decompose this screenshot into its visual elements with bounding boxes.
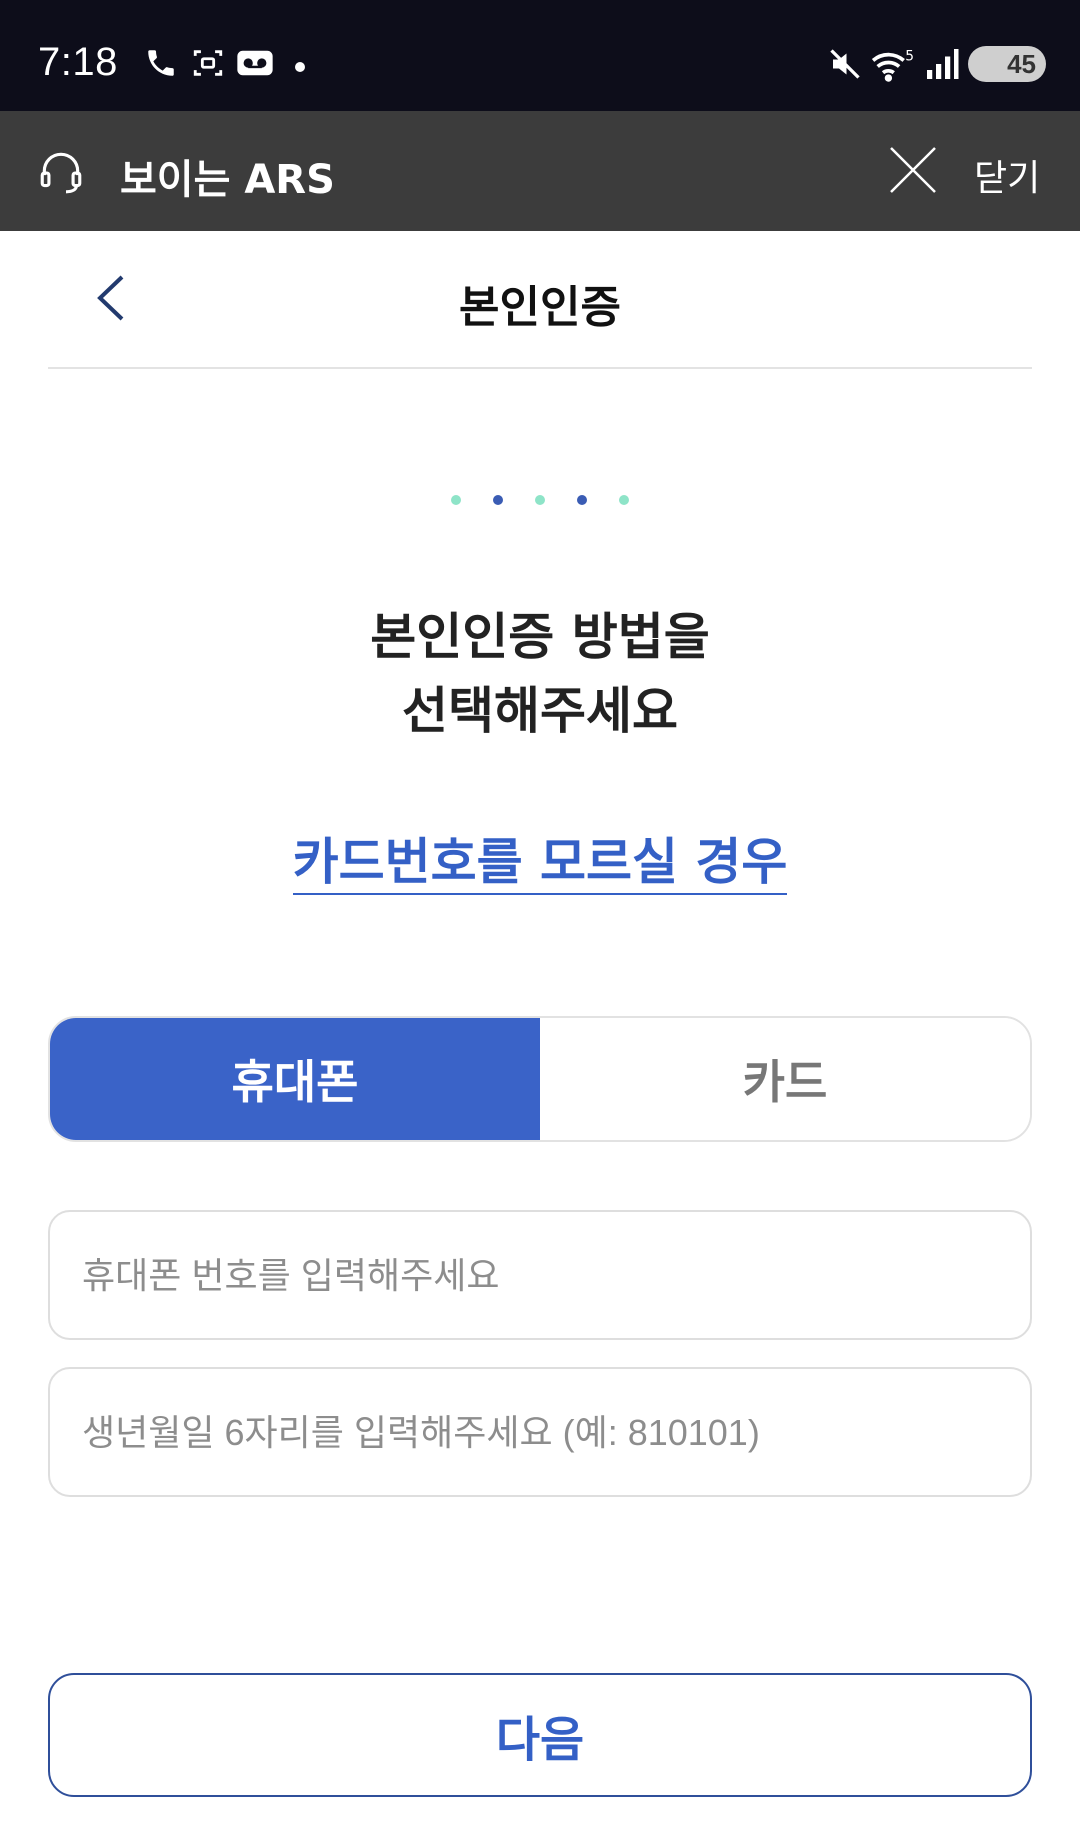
dot-icon (294, 58, 306, 77)
progress-dot (577, 495, 587, 505)
progress-dot (493, 495, 503, 505)
heading-line2: 선택해주세요 (402, 682, 678, 740)
birthdate-field (48, 1367, 1032, 1497)
headset-icon (36, 147, 86, 203)
progress-dot (535, 495, 545, 505)
phone-input[interactable] (80, 1212, 1004, 1340)
progress-dot (619, 495, 629, 505)
phone-field (48, 1210, 1032, 1340)
battery-icon: 45 (968, 46, 1046, 82)
tab-phone[interactable]: 휴대폰 (50, 1018, 540, 1140)
svg-text:5: 5 (905, 48, 914, 64)
progress-dot (451, 495, 461, 505)
birthdate-input[interactable] (80, 1369, 1004, 1497)
app-title: 보이는 ARS (120, 157, 335, 203)
signal-icon (924, 46, 960, 86)
tab-card[interactable]: 카드 (540, 1018, 1030, 1140)
next-button[interactable]: 다음 (48, 1673, 1032, 1797)
progress-dots (0, 490, 1080, 510)
battery-level: 45 (1007, 48, 1036, 79)
screenshot-icon (190, 46, 226, 84)
page-title: 본인인증 (459, 282, 621, 333)
wifi-5g-icon: 5 (870, 46, 916, 88)
auth-method-tabs: 휴대폰 카드 (48, 1016, 1032, 1142)
nav-bar: 본인인증 (48, 231, 1032, 369)
help-link-container: 카드번호를 모르실 경우 (0, 822, 1080, 895)
card-number-unknown-link[interactable]: 카드번호를 모르실 경우 (292, 833, 788, 895)
status-bar: 7:18 5 45 (0, 0, 1080, 111)
mute-icon (826, 46, 864, 86)
voicemail-icon (236, 46, 274, 84)
heading-line1: 본인인증 방법을 (370, 608, 710, 666)
app-header: 보이는 ARS 닫기 (0, 111, 1080, 231)
status-time: 7:18 (38, 40, 118, 84)
close-button[interactable]: 닫기 (974, 149, 1040, 201)
close-icon[interactable] (888, 145, 938, 199)
phone-icon (144, 46, 178, 84)
